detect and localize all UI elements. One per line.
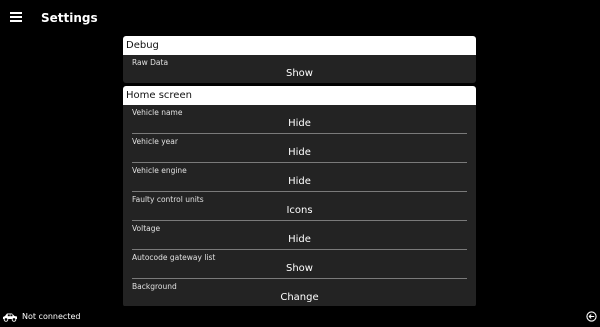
setting-label: Voltage <box>132 224 161 233</box>
exit-icon[interactable] <box>586 311 597 322</box>
setting-row-vehicle-name[interactable]: Vehicle name Hide <box>132 105 467 134</box>
setting-label: Vehicle name <box>132 108 183 117</box>
section-header-home-screen: Home screen <box>123 86 476 105</box>
section-debug: Debug Raw Data Show <box>123 36 476 83</box>
setting-value[interactable]: Show <box>132 68 467 80</box>
setting-row-vehicle-engine[interactable]: Vehicle engine Hide <box>132 163 467 192</box>
setting-label: Raw Data <box>132 58 169 67</box>
section-home-screen: Home screen Vehicle name Hide Vehicle ye… <box>123 86 476 306</box>
setting-label: Autocode gateway list <box>132 253 216 262</box>
setting-row-autocode-gateway-list[interactable]: Autocode gateway list Show <box>132 250 467 279</box>
setting-value[interactable]: Icons <box>132 205 467 217</box>
page-title: Settings <box>41 11 98 25</box>
setting-label: Faulty control units <box>132 195 204 204</box>
setting-row-voltage[interactable]: Voltage Hide <box>132 221 467 250</box>
setting-row-raw-data[interactable]: Raw Data Show <box>132 55 467 83</box>
setting-row-faulty-control-units[interactable]: Faulty control units Icons <box>132 192 467 221</box>
section-body-debug: Raw Data Show <box>123 55 476 83</box>
status-bar: Not connected <box>0 307 600 327</box>
setting-value[interactable]: Change <box>132 292 467 304</box>
setting-label: Vehicle engine <box>132 166 187 175</box>
setting-label: Vehicle year <box>132 137 178 146</box>
setting-value[interactable]: Hide <box>132 234 467 246</box>
app-window: Settings Debug Raw Data Show Home screen… <box>0 0 600 327</box>
section-body-home-screen: Vehicle name Hide Vehicle year Hide Vehi… <box>123 105 476 306</box>
app-bar: Settings <box>0 0 600 36</box>
setting-label: Background <box>132 282 177 291</box>
setting-value[interactable]: Show <box>132 263 467 275</box>
settings-list[interactable]: Debug Raw Data Show Home screen Vehicle … <box>123 36 476 306</box>
connection-status: Not connected <box>22 312 81 321</box>
setting-value[interactable]: Hide <box>132 147 467 159</box>
section-header-debug: Debug <box>123 36 476 55</box>
car-icon <box>3 313 17 322</box>
setting-row-background[interactable]: Background Change <box>132 279 467 306</box>
setting-value[interactable]: Hide <box>132 118 467 130</box>
setting-value[interactable]: Hide <box>132 176 467 188</box>
hamburger-menu-icon[interactable] <box>10 12 22 23</box>
setting-row-vehicle-year[interactable]: Vehicle year Hide <box>132 134 467 163</box>
